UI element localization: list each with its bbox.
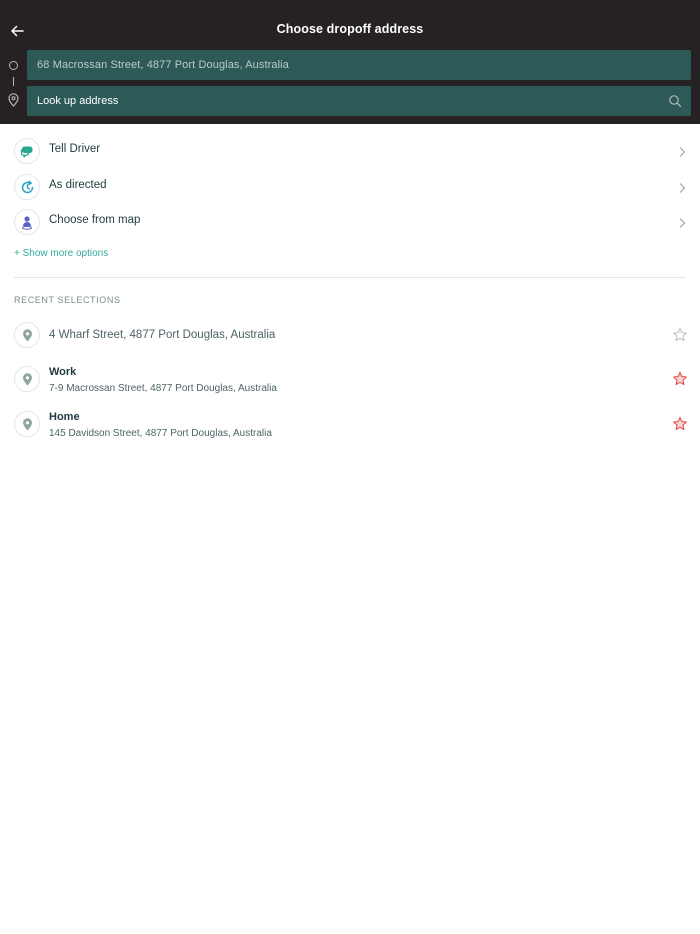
- option-choose-from-map[interactable]: Choose from map: [0, 207, 700, 241]
- star-favorite-icon[interactable]: [672, 371, 688, 387]
- origin-address-field[interactable]: 68 Macrossan Street, 4877 Port Douglas, …: [27, 50, 691, 80]
- recent-icon-wrapper: [14, 411, 40, 437]
- location-pin-icon: [22, 328, 32, 341]
- recent-item-address: 4 Wharf Street, 4877 Port Douglas, Austr…: [49, 329, 276, 341]
- option-icon-wrapper: [14, 174, 40, 200]
- destination-search-input[interactable]: [37, 86, 657, 116]
- divider: [14, 277, 686, 278]
- recent-item-home[interactable]: Home 145 Davidson Street, 4877 Port Doug…: [0, 407, 700, 447]
- star-favorite-icon[interactable]: [672, 416, 688, 432]
- recent-item-name: Work: [49, 366, 77, 378]
- chat-bubbles-icon: [20, 146, 33, 158]
- recent-item-name: Home: [49, 411, 80, 423]
- page-title: Choose dropoff address: [276, 22, 424, 36]
- location-pin-icon: [22, 372, 32, 385]
- show-more-options-link[interactable]: + Show more options: [14, 248, 108, 259]
- origin-address-text: 68 Macrossan Street, 4877 Port Douglas, …: [37, 59, 289, 71]
- destination-pin-icon: [8, 93, 19, 107]
- route-connector: [13, 77, 14, 86]
- destination-address-field[interactable]: [27, 86, 691, 116]
- route-indicator: [7, 59, 21, 109]
- option-label: Tell Driver: [49, 143, 101, 155]
- option-icon-wrapper: [14, 138, 40, 164]
- star-outline-icon[interactable]: [672, 327, 688, 343]
- recent-selections-heading: RECENT SELECTIONS: [14, 295, 121, 305]
- option-label: Choose from map: [49, 214, 141, 226]
- map-person-pin-icon: [22, 215, 32, 230]
- location-pin-icon: [22, 417, 32, 430]
- chevron-right-icon: [679, 147, 686, 157]
- recent-item-address: 145 Davidson Street, 4877 Port Douglas, …: [49, 428, 272, 439]
- top-bar: Choose dropoff address 68 Macrossan Stre…: [0, 0, 700, 124]
- option-as-directed[interactable]: As directed: [0, 172, 700, 206]
- recent-icon-wrapper: [14, 322, 40, 348]
- option-icon-wrapper: [14, 209, 40, 235]
- chevron-right-icon: [679, 218, 686, 228]
- option-label: As directed: [49, 179, 107, 191]
- clock-refresh-icon: [21, 180, 33, 193]
- recent-item[interactable]: 4 Wharf Street, 4877 Port Douglas, Austr…: [0, 318, 700, 358]
- recent-item-address: 7-9 Macrossan Street, 4877 Port Douglas,…: [49, 383, 277, 394]
- option-tell-driver[interactable]: Tell Driver: [0, 136, 700, 170]
- origin-circle-icon: [9, 61, 18, 70]
- recent-icon-wrapper: [14, 366, 40, 392]
- chevron-right-icon: [679, 183, 686, 193]
- recent-item-work[interactable]: Work 7-9 Macrossan Street, 4877 Port Dou…: [0, 362, 700, 402]
- search-icon[interactable]: [668, 94, 682, 108]
